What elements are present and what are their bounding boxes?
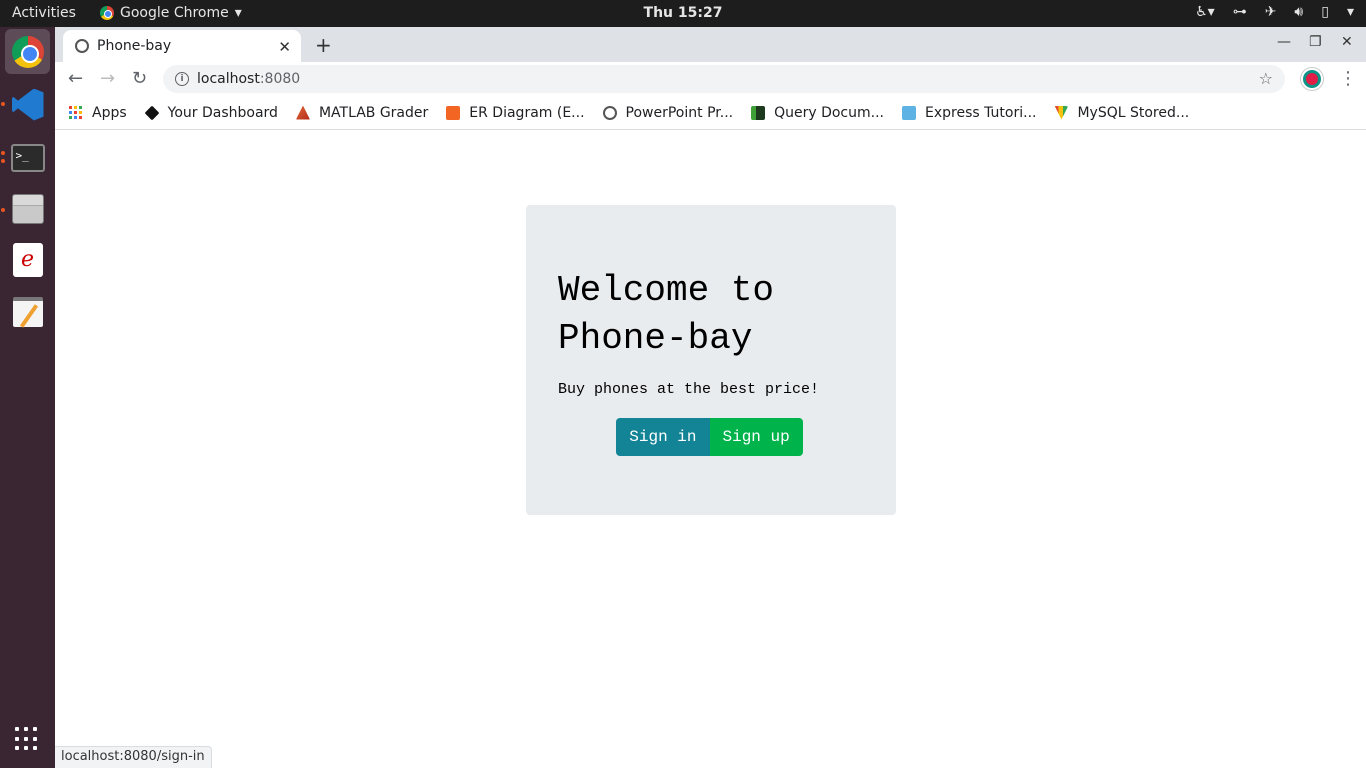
files-icon [11,193,44,224]
bookmark-label: PowerPoint Pr... [625,104,734,121]
dock-vscode[interactable] [5,82,50,127]
chevron-down-icon[interactable]: ▾ [1347,4,1354,20]
url-port: :8080 [259,71,301,87]
jumbotron: Welcome to Phone-bay Buy phones at the b… [526,205,896,515]
dock-files[interactable] [5,186,50,231]
button-group: Sign in Sign up [558,418,864,456]
mysql-icon [1054,105,1069,120]
activities-button[interactable]: Activities [12,5,76,21]
reload-icon[interactable]: ↻ [132,68,147,89]
bookmark-label: Query Docum... [774,104,884,121]
apps-grid-icon [69,105,83,120]
accessibility-icon[interactable]: ♿▾ [1195,4,1215,20]
bookmark-express-tutorial[interactable]: Express Tutori... [902,105,1036,121]
browser-toolbar: ← → ↻ i localhost:8080 ☆ ⋮ [55,62,1366,96]
app-menu[interactable]: Google Chrome ▾ [100,5,242,21]
star-icon[interactable]: ☆ [1259,69,1273,88]
chrome-icon [11,35,44,68]
new-tab-button[interactable]: + [315,33,332,57]
dashboard-icon [144,105,160,120]
close-icon[interactable]: ✕ [278,38,291,56]
bookmark-er-diagram[interactable]: ER Diagram (E... [446,104,585,121]
link-status-bar: localhost:8080/sign-in [55,746,212,768]
app-name: Google Chrome [120,5,229,21]
back-icon[interactable]: ← [68,68,83,89]
forward-icon[interactable]: → [100,68,115,89]
volume-icon[interactable]: 🔊︎ [1294,4,1303,20]
address-bar[interactable]: i localhost:8080 ☆ [163,65,1285,93]
url-host: localhost [197,71,260,87]
bookmark-query-documents[interactable]: Query Docum... [751,105,884,121]
chrome-icon [100,6,114,20]
network-icon[interactable]: ⊶ [1233,4,1247,20]
bookmark-matlab-grader[interactable]: MATLAB Grader [295,104,429,121]
dock-terminal[interactable]: >_ [5,135,50,180]
bookmark-powerpoint[interactable]: PowerPoint Pr... [602,104,734,121]
clock[interactable]: Thu 15:27 [644,5,723,21]
tab-title: Phone-bay [97,38,172,54]
chevron-down-icon: ▾ [234,5,242,21]
battery-icon[interactable]: ▯ [1321,4,1329,20]
mongodb-icon [751,105,766,120]
restore-icon[interactable]: ❐ [1309,34,1322,50]
document-viewer-icon: e [12,242,43,277]
page-content: Welcome to Phone-bay Buy phones at the b… [55,131,1366,768]
bookmark-label: Apps [92,104,127,121]
er-diagram-icon [446,105,461,120]
bookmark-mysql-stored[interactable]: MySQL Stored... [1054,105,1189,121]
info-icon[interactable]: i [175,72,189,86]
bookmark-label: ER Diagram (E... [469,104,585,121]
show-apps-icon[interactable] [15,727,39,751]
tab-phone-bay[interactable]: Phone-bay ✕ [63,30,301,62]
system-tray[interactable]: ♿▾ ⊶ ✈ 🔊︎ ▯ ▾ [1195,4,1354,20]
text-editor-icon [12,296,43,327]
tab-strip: Phone-bay ✕ + — ❐ ✕ [55,27,1366,62]
bookmarks-bar: Apps Your Dashboard MATLAB Grader ER Dia… [55,96,1366,130]
menu-kebab-icon[interactable]: ⋮ [1339,68,1357,89]
page-title: Welcome to Phone-bay [558,270,775,359]
dock-chrome[interactable] [5,29,50,74]
bookmark-label: MATLAB Grader [318,104,429,121]
airplane-icon[interactable]: ✈ [1265,4,1277,20]
bookmark-label: Your Dashboard [167,104,278,121]
bookmark-label: MySQL Stored... [1077,104,1190,121]
terminal-icon: >_ [10,143,45,172]
sign-in-button[interactable]: Sign in [616,418,710,456]
bookmark-label: Express Tutori... [925,104,1037,121]
dock: >_ e [0,27,55,768]
vscode-icon [11,88,44,121]
globe-icon [602,105,617,120]
bookmark-apps[interactable]: Apps [69,105,127,121]
matlab-icon [295,105,310,120]
bookmark-your-dashboard[interactable]: Your Dashboard [144,104,278,121]
sign-up-button[interactable]: Sign up [709,418,803,456]
minimize-icon[interactable]: — [1277,34,1291,50]
window-close-icon[interactable]: ✕ [1341,34,1353,50]
globe-icon [75,39,89,53]
dock-document-viewer[interactable]: e [5,237,50,282]
profile-avatar[interactable] [1301,68,1323,90]
dock-text-editor[interactable] [5,289,50,334]
express-icon [902,105,916,120]
system-top-bar: Activities Google Chrome ▾ Thu 15:27 ♿▾ … [0,0,1366,27]
tagline: Buy phones at the best price! [558,381,820,398]
